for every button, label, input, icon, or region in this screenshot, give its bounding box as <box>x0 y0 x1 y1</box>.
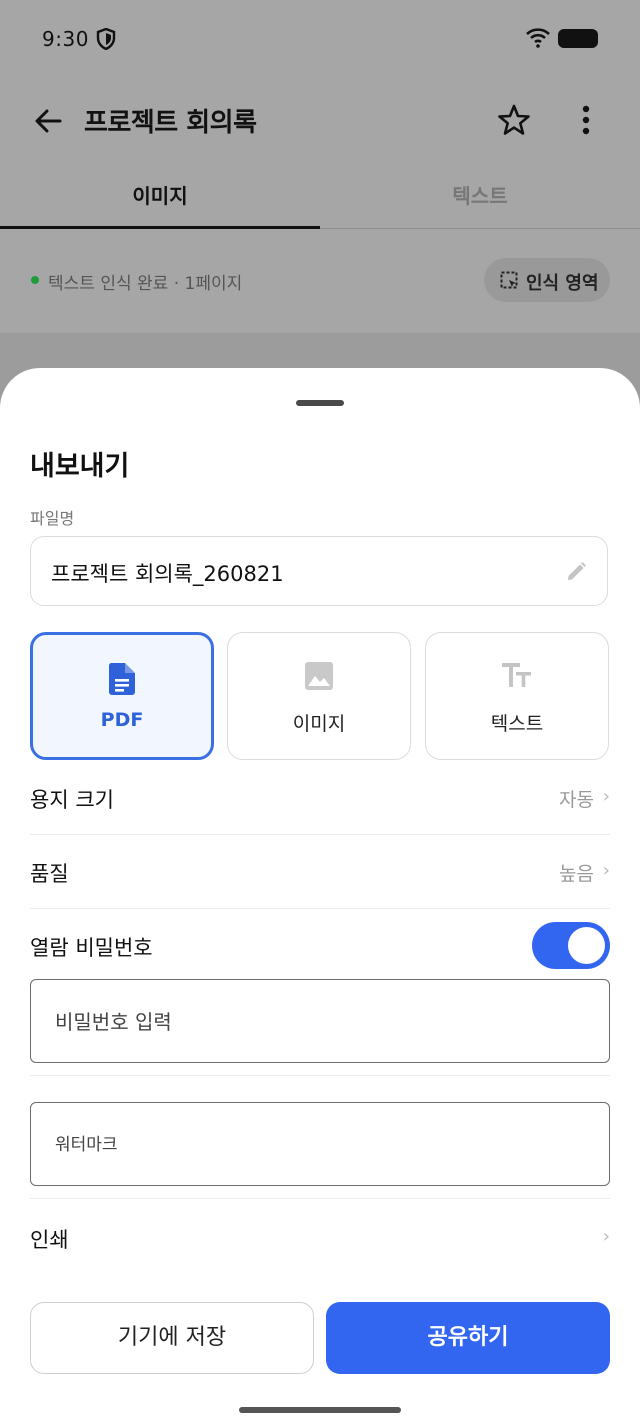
filename-label: 파일명 <box>30 509 75 528</box>
text-format-icon <box>426 661 608 695</box>
password-row: 열람 비밀번호 <box>30 908 610 982</box>
chevron-right-icon: › <box>602 860 610 881</box>
format-label-pdf: PDF <box>100 709 144 731</box>
format-option-text[interactable]: 텍스트 <box>425 632 609 760</box>
more-vert-icon[interactable] <box>570 102 602 138</box>
sheet-title: 내보내기 <box>30 451 130 482</box>
chevron-right-icon: › <box>602 1226 610 1247</box>
password-input[interactable] <box>53 980 587 1064</box>
chevron-right-icon: › <box>602 786 610 807</box>
format-option-image[interactable]: 이미지 <box>227 632 411 760</box>
drag-handle[interactable] <box>296 400 344 406</box>
shield-icon <box>96 27 116 54</box>
ocr-status-text: 텍스트 인식 완료 · 1페이지 <box>48 274 243 294</box>
password-field[interactable] <box>30 979 610 1064</box>
status-time: 9:30 <box>42 27 89 51</box>
filename-field[interactable]: 프로젝트 회의록_260821 <box>30 536 608 606</box>
export-bottom-sheet: 내보내기 파일명 프로젝트 회의록_260821 PDF 이미지 텍스트 용지 … <box>0 368 640 1428</box>
tab-image[interactable]: 이미지 <box>0 164 320 228</box>
paper-size-row[interactable]: 용지 크기 자동 › <box>30 760 610 835</box>
star-icon[interactable] <box>496 102 532 138</box>
paper-size-label: 용지 크기 <box>30 788 114 812</box>
share-button[interactable]: 공유하기 <box>326 1302 610 1374</box>
save-to-device-button[interactable]: 기기에 저장 <box>30 1302 314 1374</box>
battery-icon <box>558 29 598 48</box>
divider <box>30 1198 610 1199</box>
region-button-label: 인식 영역 <box>526 273 599 294</box>
status-dot <box>31 276 39 284</box>
file-document-icon <box>33 662 211 696</box>
password-toggle[interactable] <box>532 922 610 969</box>
status-bar: 9:30 <box>0 0 640 78</box>
quality-row[interactable]: 품질 높음 › <box>30 834 610 909</box>
home-indicator <box>239 1407 401 1413</box>
back-arrow-icon[interactable] <box>30 103 66 139</box>
select-region-icon <box>500 271 518 293</box>
print-label: 인쇄 <box>30 1228 69 1252</box>
recognition-region-button[interactable]: 인식 영역 <box>484 258 610 302</box>
pencil-icon[interactable] <box>565 561 587 587</box>
app-bar: 프로젝트 회의록 <box>0 78 640 164</box>
page-title: 프로젝트 회의록 <box>84 108 257 138</box>
format-option-pdf[interactable]: PDF <box>30 632 214 760</box>
tab-text[interactable]: 텍스트 <box>320 164 640 228</box>
password-label: 열람 비밀번호 <box>30 936 153 960</box>
divider <box>30 1075 610 1076</box>
toggle-knob <box>568 927 605 964</box>
print-row[interactable]: 인쇄 › <box>30 1200 610 1274</box>
quality-value: 높음 <box>559 863 594 885</box>
wifi-icon <box>526 28 550 52</box>
image-icon <box>228 661 410 695</box>
paper-size-value: 자동 <box>559 789 594 811</box>
watermark-field[interactable] <box>30 1102 610 1187</box>
tab-bar: 이미지 텍스트 <box>0 164 640 229</box>
quality-label: 품질 <box>30 862 69 886</box>
watermark-input[interactable] <box>53 1103 587 1187</box>
format-label-text: 텍스트 <box>490 713 544 735</box>
ocr-status-row: 텍스트 인식 완료 · 1페이지 인식 영역 <box>0 229 640 333</box>
filename-value: 프로젝트 회의록_260821 <box>51 562 284 586</box>
format-label-image: 이미지 <box>292 713 346 735</box>
